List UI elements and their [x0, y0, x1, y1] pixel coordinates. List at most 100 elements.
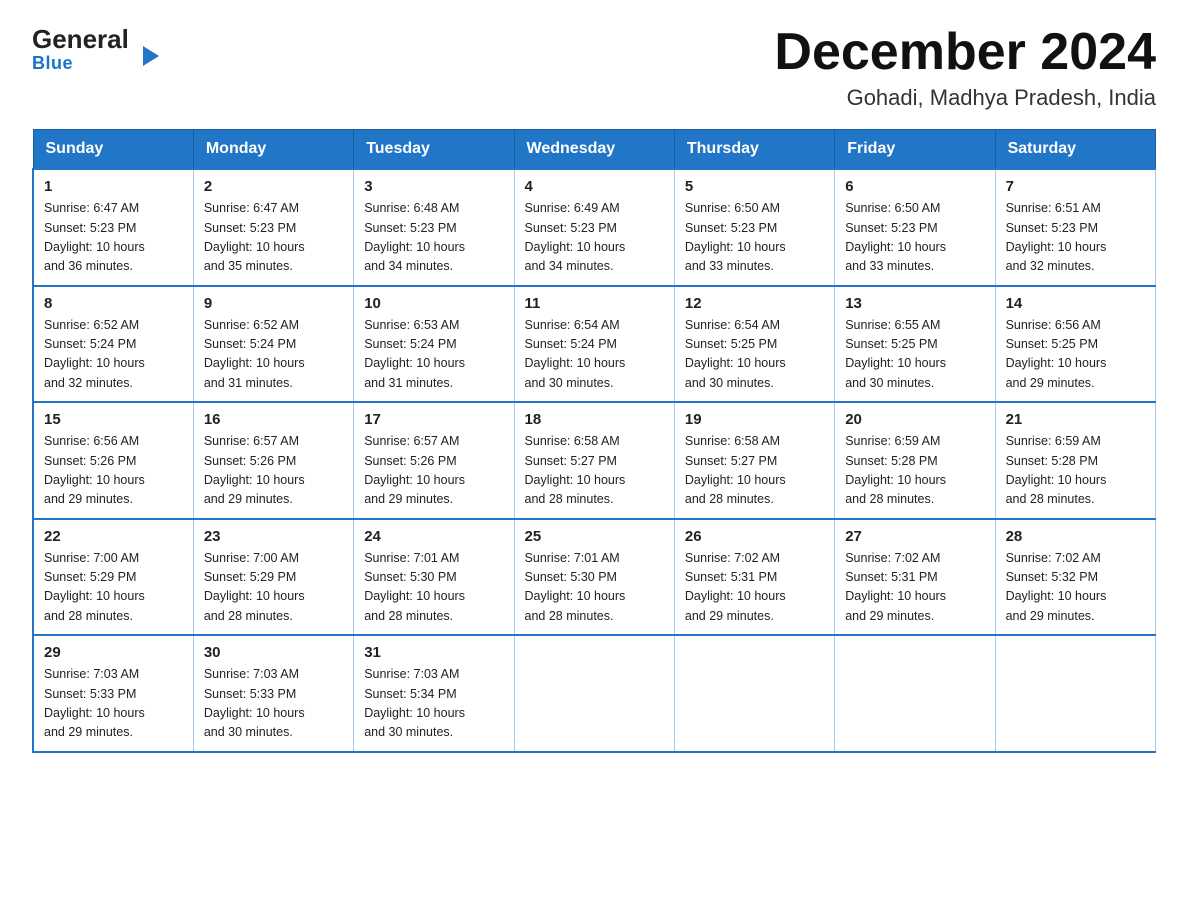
logo-blue: Blue — [32, 53, 73, 74]
location-subtitle: Gohadi, Madhya Pradesh, India — [774, 85, 1156, 111]
day-info: Sunrise: 6:58 AMSunset: 5:27 PMDaylight:… — [685, 434, 786, 506]
calendar-week-row: 15 Sunrise: 6:56 AMSunset: 5:26 PMDaylig… — [33, 402, 1156, 519]
day-number: 15 — [44, 411, 183, 428]
day-number: 24 — [364, 528, 503, 545]
header-thursday: Thursday — [674, 130, 834, 170]
calendar-cell: 29 Sunrise: 7:03 AMSunset: 5:33 PMDaylig… — [33, 635, 193, 752]
day-number: 27 — [845, 528, 984, 545]
calendar-week-row: 8 Sunrise: 6:52 AMSunset: 5:24 PMDayligh… — [33, 286, 1156, 403]
calendar-cell: 16 Sunrise: 6:57 AMSunset: 5:26 PMDaylig… — [193, 402, 353, 519]
calendar-cell: 10 Sunrise: 6:53 AMSunset: 5:24 PMDaylig… — [354, 286, 514, 403]
calendar-cell: 20 Sunrise: 6:59 AMSunset: 5:28 PMDaylig… — [835, 402, 995, 519]
day-info: Sunrise: 6:59 AMSunset: 5:28 PMDaylight:… — [1006, 434, 1107, 506]
day-number: 26 — [685, 528, 824, 545]
day-number: 10 — [364, 295, 503, 312]
calendar-week-row: 22 Sunrise: 7:00 AMSunset: 5:29 PMDaylig… — [33, 519, 1156, 636]
day-info: Sunrise: 6:48 AMSunset: 5:23 PMDaylight:… — [364, 201, 465, 273]
page-header: General Blue December 2024 Gohadi, Madhy… — [32, 24, 1156, 111]
day-number: 28 — [1006, 528, 1145, 545]
day-info: Sunrise: 6:52 AMSunset: 5:24 PMDaylight:… — [44, 318, 145, 390]
day-number: 14 — [1006, 295, 1145, 312]
day-info: Sunrise: 6:54 AMSunset: 5:25 PMDaylight:… — [685, 318, 786, 390]
calendar-cell: 5 Sunrise: 6:50 AMSunset: 5:23 PMDayligh… — [674, 169, 834, 286]
day-info: Sunrise: 7:02 AMSunset: 5:32 PMDaylight:… — [1006, 551, 1107, 623]
header-wednesday: Wednesday — [514, 130, 674, 170]
header-monday: Monday — [193, 130, 353, 170]
calendar-week-row: 29 Sunrise: 7:03 AMSunset: 5:33 PMDaylig… — [33, 635, 1156, 752]
day-number: 13 — [845, 295, 984, 312]
day-number: 22 — [44, 528, 183, 545]
calendar-cell: 8 Sunrise: 6:52 AMSunset: 5:24 PMDayligh… — [33, 286, 193, 403]
calendar-table: Sunday Monday Tuesday Wednesday Thursday… — [32, 129, 1156, 753]
header-sunday: Sunday — [33, 130, 193, 170]
calendar-cell: 13 Sunrise: 6:55 AMSunset: 5:25 PMDaylig… — [835, 286, 995, 403]
day-info: Sunrise: 7:00 AMSunset: 5:29 PMDaylight:… — [44, 551, 145, 623]
calendar-cell: 21 Sunrise: 6:59 AMSunset: 5:28 PMDaylig… — [995, 402, 1155, 519]
calendar-cell: 12 Sunrise: 6:54 AMSunset: 5:25 PMDaylig… — [674, 286, 834, 403]
day-number: 7 — [1006, 178, 1145, 195]
calendar-week-row: 1 Sunrise: 6:47 AMSunset: 5:23 PMDayligh… — [33, 169, 1156, 286]
calendar-cell: 22 Sunrise: 7:00 AMSunset: 5:29 PMDaylig… — [33, 519, 193, 636]
calendar-cell: 14 Sunrise: 6:56 AMSunset: 5:25 PMDaylig… — [995, 286, 1155, 403]
calendar-cell: 25 Sunrise: 7:01 AMSunset: 5:30 PMDaylig… — [514, 519, 674, 636]
day-info: Sunrise: 6:57 AMSunset: 5:26 PMDaylight:… — [364, 434, 465, 506]
calendar-cell: 24 Sunrise: 7:01 AMSunset: 5:30 PMDaylig… — [354, 519, 514, 636]
day-info: Sunrise: 6:56 AMSunset: 5:26 PMDaylight:… — [44, 434, 145, 506]
day-number: 1 — [44, 178, 183, 195]
day-number: 31 — [364, 644, 503, 661]
calendar-cell: 15 Sunrise: 6:56 AMSunset: 5:26 PMDaylig… — [33, 402, 193, 519]
day-info: Sunrise: 7:03 AMSunset: 5:33 PMDaylight:… — [204, 667, 305, 739]
day-info: Sunrise: 6:50 AMSunset: 5:23 PMDaylight:… — [685, 201, 786, 273]
day-info: Sunrise: 6:53 AMSunset: 5:24 PMDaylight:… — [364, 318, 465, 390]
day-info: Sunrise: 6:47 AMSunset: 5:23 PMDaylight:… — [204, 201, 305, 273]
calendar-cell: 3 Sunrise: 6:48 AMSunset: 5:23 PMDayligh… — [354, 169, 514, 286]
calendar-cell: 11 Sunrise: 6:54 AMSunset: 5:24 PMDaylig… — [514, 286, 674, 403]
day-number: 2 — [204, 178, 343, 195]
day-number: 19 — [685, 411, 824, 428]
day-number: 3 — [364, 178, 503, 195]
day-number: 5 — [685, 178, 824, 195]
calendar-cell: 23 Sunrise: 7:00 AMSunset: 5:29 PMDaylig… — [193, 519, 353, 636]
calendar-cell: 18 Sunrise: 6:58 AMSunset: 5:27 PMDaylig… — [514, 402, 674, 519]
day-info: Sunrise: 6:56 AMSunset: 5:25 PMDaylight:… — [1006, 318, 1107, 390]
day-number: 20 — [845, 411, 984, 428]
header-tuesday: Tuesday — [354, 130, 514, 170]
logo-general: General — [32, 24, 129, 55]
calendar-cell: 4 Sunrise: 6:49 AMSunset: 5:23 PMDayligh… — [514, 169, 674, 286]
calendar-cell: 17 Sunrise: 6:57 AMSunset: 5:26 PMDaylig… — [354, 402, 514, 519]
header-saturday: Saturday — [995, 130, 1155, 170]
day-info: Sunrise: 7:01 AMSunset: 5:30 PMDaylight:… — [525, 551, 626, 623]
logo: General Blue — [32, 24, 144, 74]
day-info: Sunrise: 6:51 AMSunset: 5:23 PMDaylight:… — [1006, 201, 1107, 273]
calendar-cell: 2 Sunrise: 6:47 AMSunset: 5:23 PMDayligh… — [193, 169, 353, 286]
calendar-cell: 9 Sunrise: 6:52 AMSunset: 5:24 PMDayligh… — [193, 286, 353, 403]
day-info: Sunrise: 6:54 AMSunset: 5:24 PMDaylight:… — [525, 318, 626, 390]
calendar-cell: 27 Sunrise: 7:02 AMSunset: 5:31 PMDaylig… — [835, 519, 995, 636]
day-number: 25 — [525, 528, 664, 545]
day-number: 16 — [204, 411, 343, 428]
day-info: Sunrise: 7:03 AMSunset: 5:33 PMDaylight:… — [44, 667, 145, 739]
day-info: Sunrise: 6:58 AMSunset: 5:27 PMDaylight:… — [525, 434, 626, 506]
day-info: Sunrise: 7:03 AMSunset: 5:34 PMDaylight:… — [364, 667, 465, 739]
day-number: 8 — [44, 295, 183, 312]
calendar-cell: 6 Sunrise: 6:50 AMSunset: 5:23 PMDayligh… — [835, 169, 995, 286]
day-info: Sunrise: 7:00 AMSunset: 5:29 PMDaylight:… — [204, 551, 305, 623]
day-info: Sunrise: 7:02 AMSunset: 5:31 PMDaylight:… — [685, 551, 786, 623]
calendar-cell: 28 Sunrise: 7:02 AMSunset: 5:32 PMDaylig… — [995, 519, 1155, 636]
day-info: Sunrise: 7:02 AMSunset: 5:31 PMDaylight:… — [845, 551, 946, 623]
day-info: Sunrise: 6:47 AMSunset: 5:23 PMDaylight:… — [44, 201, 145, 273]
day-number: 4 — [525, 178, 664, 195]
day-info: Sunrise: 6:55 AMSunset: 5:25 PMDaylight:… — [845, 318, 946, 390]
day-number: 11 — [525, 295, 664, 312]
day-number: 17 — [364, 411, 503, 428]
day-info: Sunrise: 6:52 AMSunset: 5:24 PMDaylight:… — [204, 318, 305, 390]
month-year-title: December 2024 — [774, 24, 1156, 81]
day-number: 21 — [1006, 411, 1145, 428]
calendar-cell: 7 Sunrise: 6:51 AMSunset: 5:23 PMDayligh… — [995, 169, 1155, 286]
day-info: Sunrise: 7:01 AMSunset: 5:30 PMDaylight:… — [364, 551, 465, 623]
calendar-cell — [514, 635, 674, 752]
calendar-cell: 1 Sunrise: 6:47 AMSunset: 5:23 PMDayligh… — [33, 169, 193, 286]
day-number: 30 — [204, 644, 343, 661]
day-info: Sunrise: 6:59 AMSunset: 5:28 PMDaylight:… — [845, 434, 946, 506]
header-friday: Friday — [835, 130, 995, 170]
